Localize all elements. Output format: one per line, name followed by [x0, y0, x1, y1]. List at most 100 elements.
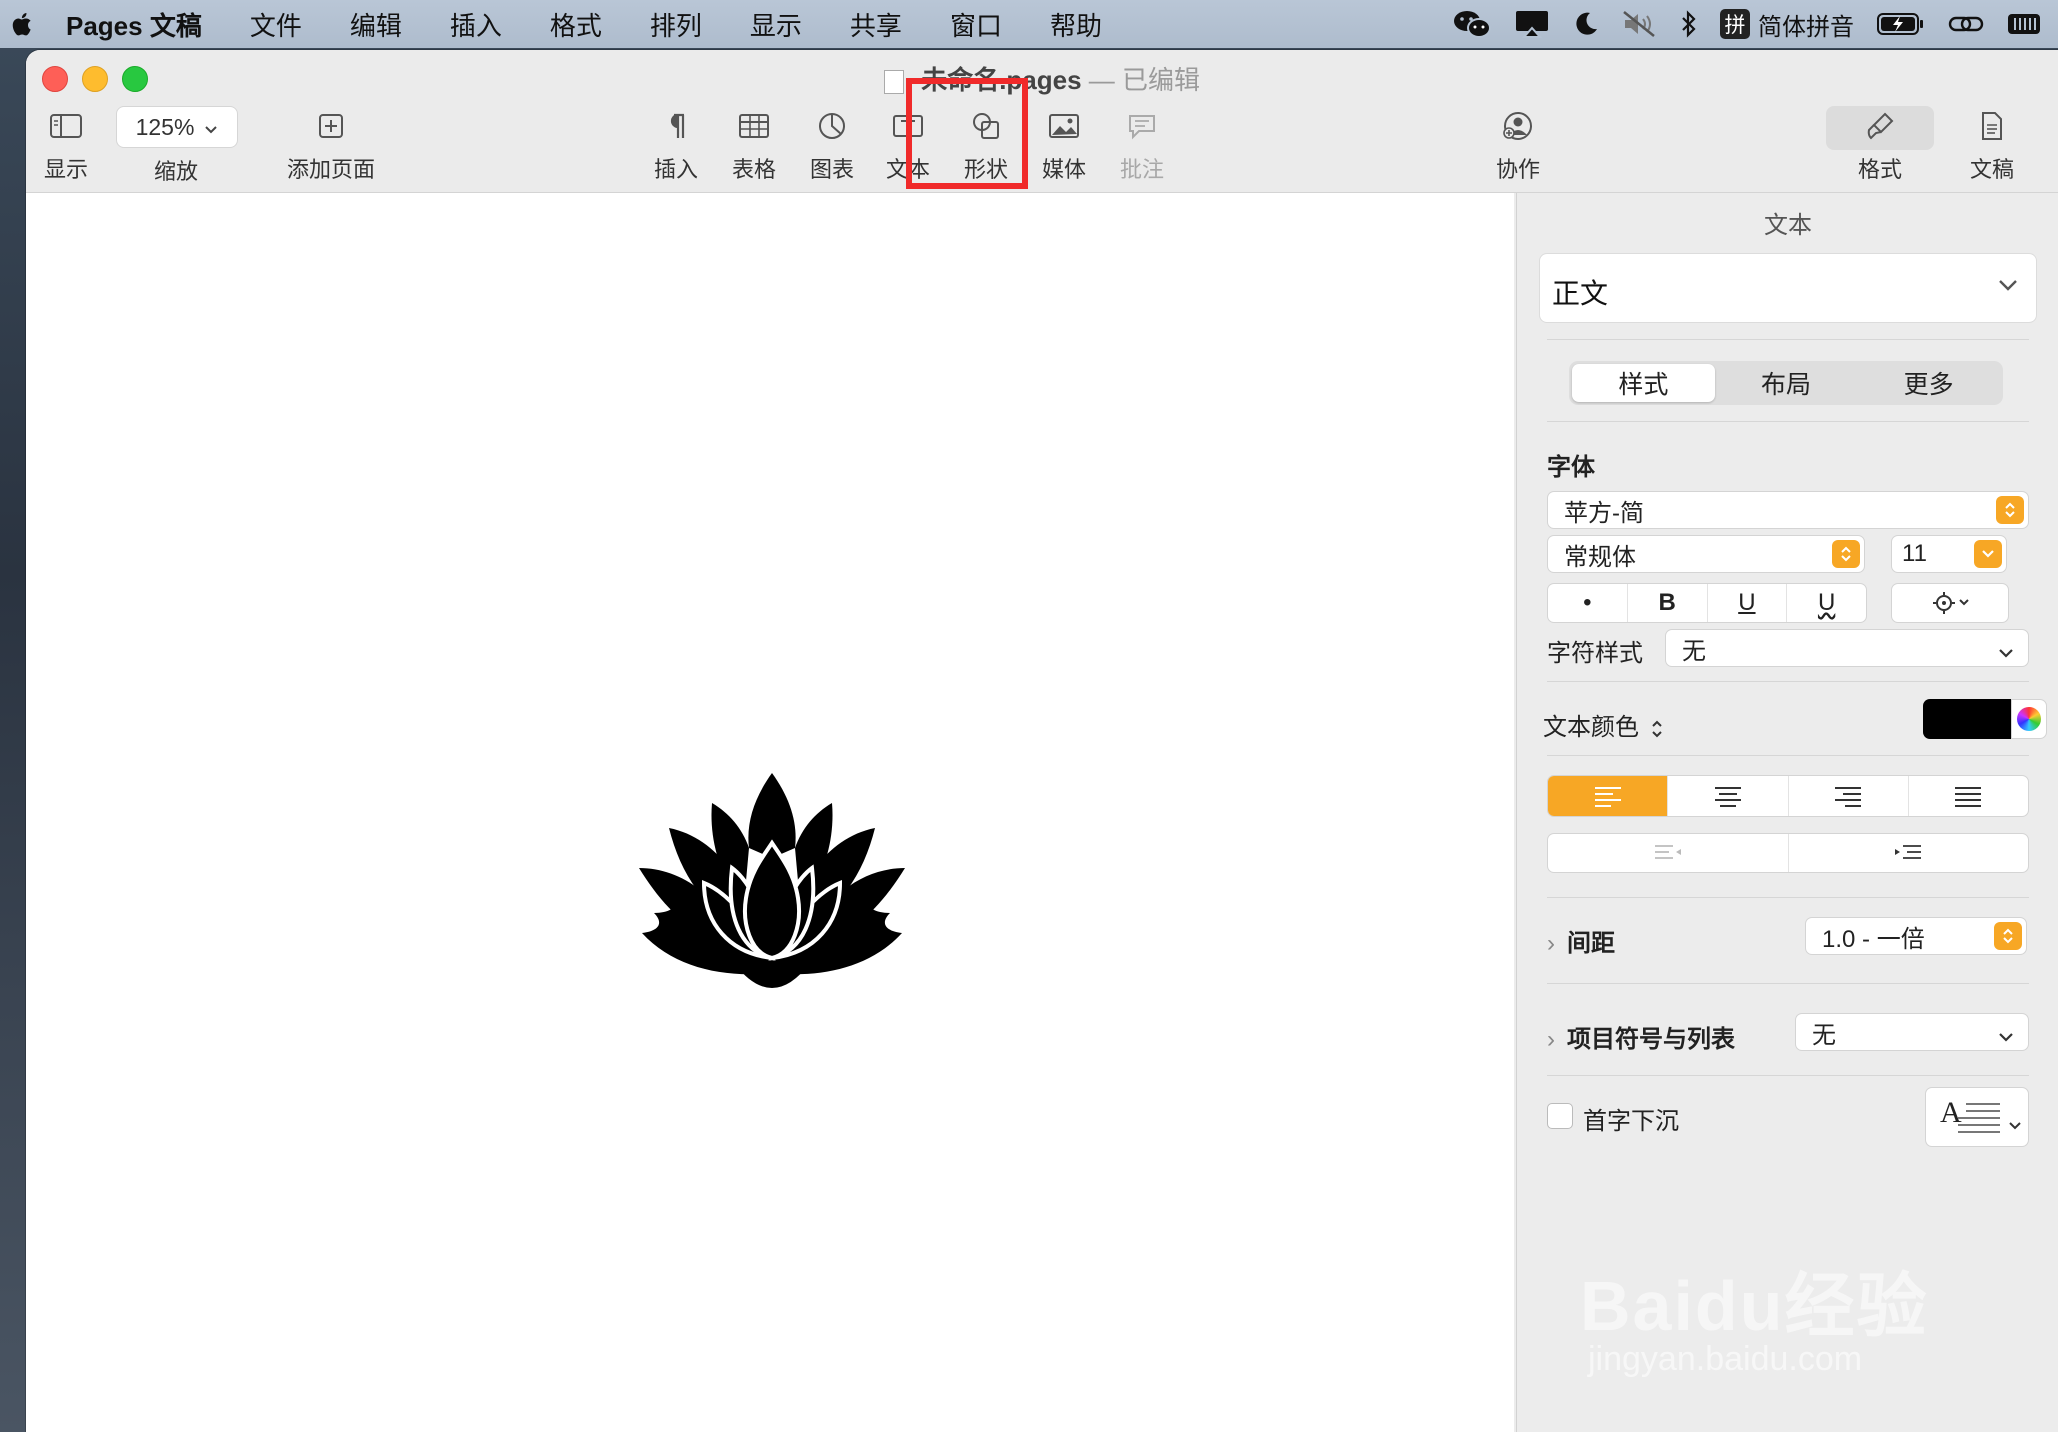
font-family-value: 苹方-简	[1564, 499, 1644, 527]
menu-share[interactable]: 共享	[826, 0, 926, 48]
document-label: 文稿	[1969, 157, 2014, 182]
align-center-icon	[1714, 787, 1741, 807]
char-style-value: 无	[1682, 637, 1706, 665]
tab-layout[interactable]: 布局	[1715, 364, 1858, 402]
bullets-disclosure[interactable]: › 项目符号与列表	[1547, 1019, 1735, 1054]
dropcap-preview-icon	[1958, 1103, 2000, 1133]
increase-indent-button[interactable]	[1787, 834, 2029, 872]
view-button[interactable]: 显示	[36, 104, 96, 184]
table-button[interactable]: 表格	[724, 104, 784, 184]
spacing-select[interactable]: 1.0 - 一倍	[1805, 917, 2027, 955]
zoom-label: 缩放	[153, 159, 198, 184]
up-down-stepper-icon	[1994, 922, 2022, 950]
volume-muted-icon[interactable]	[1622, 0, 1658, 48]
align-justify-icon	[1955, 787, 1982, 807]
divider	[1547, 983, 2029, 984]
align-left-icon	[1594, 787, 1621, 807]
dropcap-style-select[interactable]: A	[1925, 1087, 2029, 1147]
input-method-menu[interactable]: 拼 简体拼音	[1720, 0, 1854, 48]
spacing-label: 间距	[1567, 930, 1615, 957]
zoom-select[interactable]: 125%	[116, 106, 238, 148]
text-color-label[interactable]: 文本颜色	[1543, 707, 1664, 742]
insert-button[interactable]: 插入	[646, 104, 706, 184]
menu-bar: Pages 文稿 文件 编辑 插入 格式 排列 显示 共享 窗口 帮助 拼 简体…	[0, 0, 2058, 48]
watermark-url: jingyan.baidu.com	[1588, 1340, 1863, 1378]
indent-buttons	[1547, 833, 2029, 873]
chevron-down-icon	[1998, 638, 2014, 666]
menu-file[interactable]: 文件	[226, 0, 326, 48]
comment-button[interactable]: 批注	[1112, 104, 1172, 184]
menu-edit[interactable]: 编辑	[326, 0, 426, 48]
underline-button[interactable]: U	[1706, 584, 1787, 622]
align-left-button[interactable]	[1548, 776, 1668, 816]
collaborate-button[interactable]: 协作	[1488, 104, 1548, 184]
status-area: 拼 简体拼音	[1452, 0, 2042, 48]
bluetooth-icon[interactable]	[1680, 0, 1698, 48]
text-color-well[interactable]	[1923, 699, 2011, 739]
outdent-icon	[1654, 845, 1681, 859]
bullet-style-button[interactable]: •	[1548, 584, 1627, 622]
divider	[1547, 755, 2029, 756]
document-canvas[interactable]	[26, 193, 1514, 1432]
divider	[1547, 339, 2029, 340]
menu-format[interactable]: 格式	[526, 0, 626, 48]
chart-button[interactable]: 图表	[802, 104, 862, 184]
add-page-button[interactable]: 添加页面	[266, 104, 396, 184]
format-label: 格式	[1857, 157, 1902, 182]
add-page-icon	[317, 104, 345, 148]
indent-icon	[1895, 845, 1922, 859]
dropcap-checkbox[interactable]	[1547, 1103, 1573, 1129]
menu-insert[interactable]: 插入	[426, 0, 526, 48]
add-page-label: 添加页面	[286, 157, 375, 182]
divider	[1547, 897, 2029, 898]
chevron-down-icon	[1998, 278, 2018, 297]
screen-mirroring-icon[interactable]	[1514, 0, 1550, 48]
menu-arrange[interactable]: 排列	[626, 0, 726, 48]
keyboard-grid-icon[interactable]	[2006, 0, 2042, 48]
battery-charging-icon[interactable]	[1876, 0, 1926, 48]
bullets-select[interactable]: 无	[1795, 1013, 2029, 1051]
wechat-icon[interactable]	[1452, 0, 1492, 48]
bullets-value: 无	[1812, 1021, 1836, 1049]
menu-window[interactable]: 窗口	[926, 0, 1026, 48]
align-right-button[interactable]	[1787, 776, 1908, 816]
align-justify-button[interactable]	[1907, 776, 2028, 816]
strikethrough-underline-button[interactable]: U	[1786, 584, 1866, 622]
document-title[interactable]: 未命名.pages — 已编辑	[26, 60, 2058, 97]
apple-menu-icon[interactable]	[0, 0, 46, 48]
paragraph-style-select[interactable]: 正文	[1539, 253, 2037, 323]
format-button[interactable]: 格式	[1850, 104, 1910, 184]
menu-help[interactable]: 帮助	[1026, 0, 1126, 48]
menu-app-name[interactable]: Pages 文稿	[46, 0, 226, 48]
font-size-field[interactable]: 11	[1891, 535, 2007, 573]
document-file-icon	[883, 70, 904, 95]
char-style-select[interactable]: 无	[1665, 629, 2029, 667]
font-family-select[interactable]: 苹方-简	[1547, 491, 2029, 529]
font-typeface-select[interactable]: 常规体	[1547, 535, 1865, 573]
focus-moon-icon[interactable]	[1572, 0, 1600, 48]
tab-style[interactable]: 样式	[1572, 364, 1715, 402]
color-wheel-button[interactable]	[2011, 699, 2047, 739]
chevron-down-icon	[1998, 1022, 2014, 1050]
media-label: 媒体	[1041, 157, 1086, 182]
tab-more[interactable]: 更多	[1857, 364, 2000, 402]
chevron-right-icon: ›	[1547, 930, 1555, 957]
shape-button-highlight-annotation	[906, 78, 1028, 189]
menu-view[interactable]: 显示	[726, 0, 826, 48]
decrease-indent-button[interactable]	[1548, 834, 1788, 872]
document-icon	[1980, 104, 2004, 148]
comment-icon	[1127, 104, 1157, 148]
media-button[interactable]: 媒体	[1034, 104, 1094, 184]
bold-button[interactable]: B	[1626, 584, 1707, 622]
spacing-disclosure[interactable]: › 间距	[1547, 923, 1615, 958]
collaborate-label: 协作	[1495, 157, 1540, 182]
table-icon	[738, 104, 770, 148]
lotus-shape-icon[interactable]	[634, 773, 910, 995]
dropcap-label: 首字下沉	[1583, 1108, 1679, 1135]
control-center-link-icon[interactable]	[1948, 0, 1984, 48]
align-center-button[interactable]	[1667, 776, 1787, 816]
chevron-down-icon	[1974, 540, 2002, 568]
document-button[interactable]: 文稿	[1962, 104, 2022, 184]
paintbrush-icon	[1865, 104, 1895, 148]
advanced-options-button[interactable]	[1891, 583, 2009, 623]
